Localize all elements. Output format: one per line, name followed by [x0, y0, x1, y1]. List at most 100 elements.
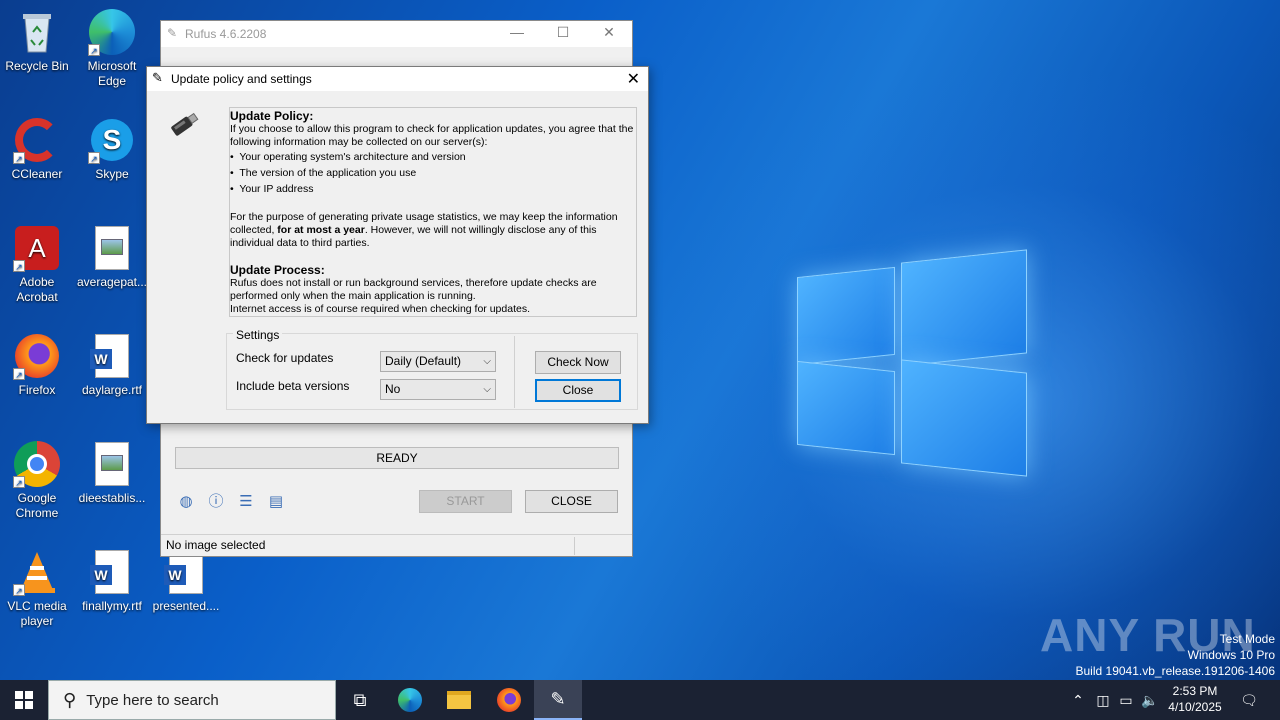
- test-mode-watermark: Test Mode Windows 10 Pro Build 19041.vb_…: [1076, 631, 1276, 679]
- chevron-down-icon: ⌵: [483, 384, 491, 395]
- chrome-icon: ↗: [13, 440, 61, 488]
- privacy-bold-text: for at most a year: [277, 224, 365, 236]
- desktop-icon-label: VLC media player: [7, 599, 67, 628]
- maximize-icon[interactable]: ☐: [540, 24, 586, 41]
- notification-icon[interactable]: 🗨: [1232, 680, 1266, 720]
- process-heading: Update Process:: [230, 263, 325, 277]
- edge-taskbar-icon[interactable]: [386, 680, 434, 720]
- close-icon[interactable]: ✕: [586, 24, 632, 41]
- desktop-icon-label: Recycle Bin: [5, 59, 69, 73]
- taskbar-search-box[interactable]: ⚲ Type here to search: [48, 680, 336, 720]
- desktop-icon-label: dieestablis...: [78, 491, 146, 505]
- usb-drive-large-icon: [167, 109, 201, 142]
- search-placeholder: Type here to search: [86, 691, 219, 709]
- desktop-icon-acrobat[interactable]: A ↗ Adobe Acrobat: [0, 224, 75, 305]
- desktop-icon-ccleaner[interactable]: ↗ CCleaner: [0, 116, 75, 182]
- process-text: Internet access is of course required wh…: [230, 303, 530, 315]
- dialog-title-bar[interactable]: ✎ Update policy and settings ✕: [147, 67, 648, 91]
- desktop-icon-label: finallymy.rtf: [82, 599, 142, 613]
- desktop-icon-label: daylarge.rtf: [81, 383, 143, 397]
- desktop-icon-dieestablis[interactable]: dieestablis...: [74, 440, 150, 506]
- close-icon[interactable]: ✕: [627, 69, 640, 89]
- desktop-icon-finallymy[interactable]: W finallymy.rtf: [74, 548, 150, 614]
- policy-intro: If you choose to allow this program to c…: [230, 123, 634, 148]
- rufus-status-bar: READY: [175, 447, 619, 469]
- image-file-icon: [88, 224, 136, 272]
- file-explorer-icon[interactable]: [435, 680, 483, 720]
- firefox-taskbar-icon[interactable]: [485, 680, 533, 720]
- usb-drive-icon: ✎: [167, 26, 178, 40]
- network-icon[interactable]: ▭: [1115, 680, 1137, 720]
- privacy-paragraph: For the purpose of generating private us…: [230, 211, 636, 250]
- chevron-down-icon: ⌵: [483, 356, 491, 367]
- vlc-icon: ↗: [13, 548, 61, 596]
- dialog-close-button[interactable]: Close: [535, 379, 621, 402]
- watermark-line: Test Mode: [1219, 632, 1275, 646]
- desktop-icon-presented[interactable]: W presented....: [148, 548, 224, 614]
- desktop-icon-vlc[interactable]: ↗ VLC media player: [0, 548, 75, 629]
- desktop-icon-label: Adobe Acrobat: [16, 275, 58, 304]
- rufus-close-button[interactable]: CLOSE: [525, 490, 618, 513]
- start-button[interactable]: START: [419, 490, 512, 513]
- desktop-icon-chrome[interactable]: ↗ Google Chrome: [0, 440, 75, 521]
- shortcut-arrow-icon: ↗: [88, 152, 100, 164]
- desktop-icon-label: Skype: [95, 167, 129, 181]
- desktop-icon-firefox[interactable]: ↗ Firefox: [0, 332, 75, 398]
- meet-now-icon[interactable]: ◫: [1092, 680, 1114, 720]
- shortcut-arrow-icon: ↗: [13, 152, 25, 164]
- recycle-bin-icon: [13, 8, 61, 56]
- settings-legend: Settings: [233, 328, 283, 342]
- info-icon[interactable]: ⓘ: [207, 493, 225, 511]
- desktop-icon-recycle-bin[interactable]: Recycle Bin: [0, 8, 75, 74]
- volume-icon[interactable]: 🔈: [1138, 680, 1162, 720]
- desktop-icon-averagepat[interactable]: averagepat...: [74, 224, 150, 290]
- bullet-text: Your IP address: [239, 183, 314, 195]
- rufus-title-bar[interactable]: ✎ Rufus 4.6.2208 — ☐ ✕: [161, 21, 632, 47]
- task-view-icon[interactable]: ⧉: [336, 680, 384, 720]
- shortcut-arrow-icon: ↗: [13, 476, 25, 488]
- ccleaner-icon: ↗: [13, 116, 61, 164]
- watermark-line: Windows 10 Pro: [1187, 648, 1275, 662]
- beta-versions-label: Include beta versions: [236, 379, 350, 393]
- check-updates-value: Daily (Default): [385, 354, 462, 368]
- check-updates-select[interactable]: Daily (Default) ⌵: [380, 351, 496, 372]
- policy-heading: Update Policy:: [230, 109, 314, 123]
- desktop-icon-skype[interactable]: S ↗ Skype: [74, 116, 150, 182]
- rufus-taskbar-icon[interactable]: ✎: [534, 680, 582, 720]
- bullet-text: Your operating system's architecture and…: [239, 151, 466, 163]
- desktop-icon-label: Google Chrome: [15, 491, 59, 520]
- start-button[interactable]: [0, 680, 48, 720]
- chevron-up-icon[interactable]: ⌃: [1066, 680, 1090, 720]
- desktop-icon-label: Firefox: [18, 383, 56, 397]
- desktop-icon-label: CCleaner: [11, 167, 63, 181]
- clock-date: 4/10/2025: [1168, 700, 1222, 714]
- policy-bullet: • Your IP address: [230, 183, 314, 195]
- firefox-icon: ↗: [13, 332, 61, 380]
- beta-versions-select[interactable]: No ⌵: [380, 379, 496, 400]
- desktop-icon-edge[interactable]: ↗ Microsoft Edge: [74, 8, 150, 89]
- rufus-bottom-status: No image selected: [161, 534, 632, 556]
- log-icon[interactable]: ▤: [267, 493, 285, 511]
- desktop-icon-label: Microsoft Edge: [87, 59, 137, 88]
- watermark-line: Build 19041.vb_release.191206-1406: [1075, 664, 1276, 678]
- taskbar-clock[interactable]: 2:53 PM 4/10/2025: [1160, 683, 1230, 715]
- word-doc-icon: W: [88, 332, 136, 380]
- minimize-icon[interactable]: —: [494, 24, 540, 40]
- settings-sliders-icon[interactable]: ☰: [237, 493, 255, 511]
- desktop-icon-daylarge[interactable]: W daylarge.rtf: [74, 332, 150, 398]
- bullet-text: The version of the application you use: [239, 167, 417, 179]
- rufus-window-title: Rufus 4.6.2208: [185, 27, 267, 41]
- update-policy-text: Update Policy: If you choose to allow th…: [229, 107, 637, 317]
- taskbar: ⚲ Type here to search ⧉ ✎ ⌃ ◫ ▭ 🔈 2:53 P…: [0, 680, 1280, 720]
- usb-drive-icon: ✎: [152, 70, 163, 85]
- windows-logo-wallpaper: [797, 242, 1029, 478]
- word-doc-icon: W: [88, 548, 136, 596]
- shortcut-arrow-icon: ↗: [13, 368, 25, 380]
- shortcut-arrow-icon: ↗: [13, 584, 25, 596]
- skype-icon: S ↗: [88, 116, 136, 164]
- dialog-title: Update policy and settings: [171, 72, 312, 86]
- globe-icon[interactable]: ◍: [177, 493, 195, 511]
- check-now-button[interactable]: Check Now: [535, 351, 621, 374]
- search-icon: ⚲: [63, 689, 77, 710]
- update-policy-dialog: ✎ Update policy and settings ✕ Update Po…: [146, 66, 649, 424]
